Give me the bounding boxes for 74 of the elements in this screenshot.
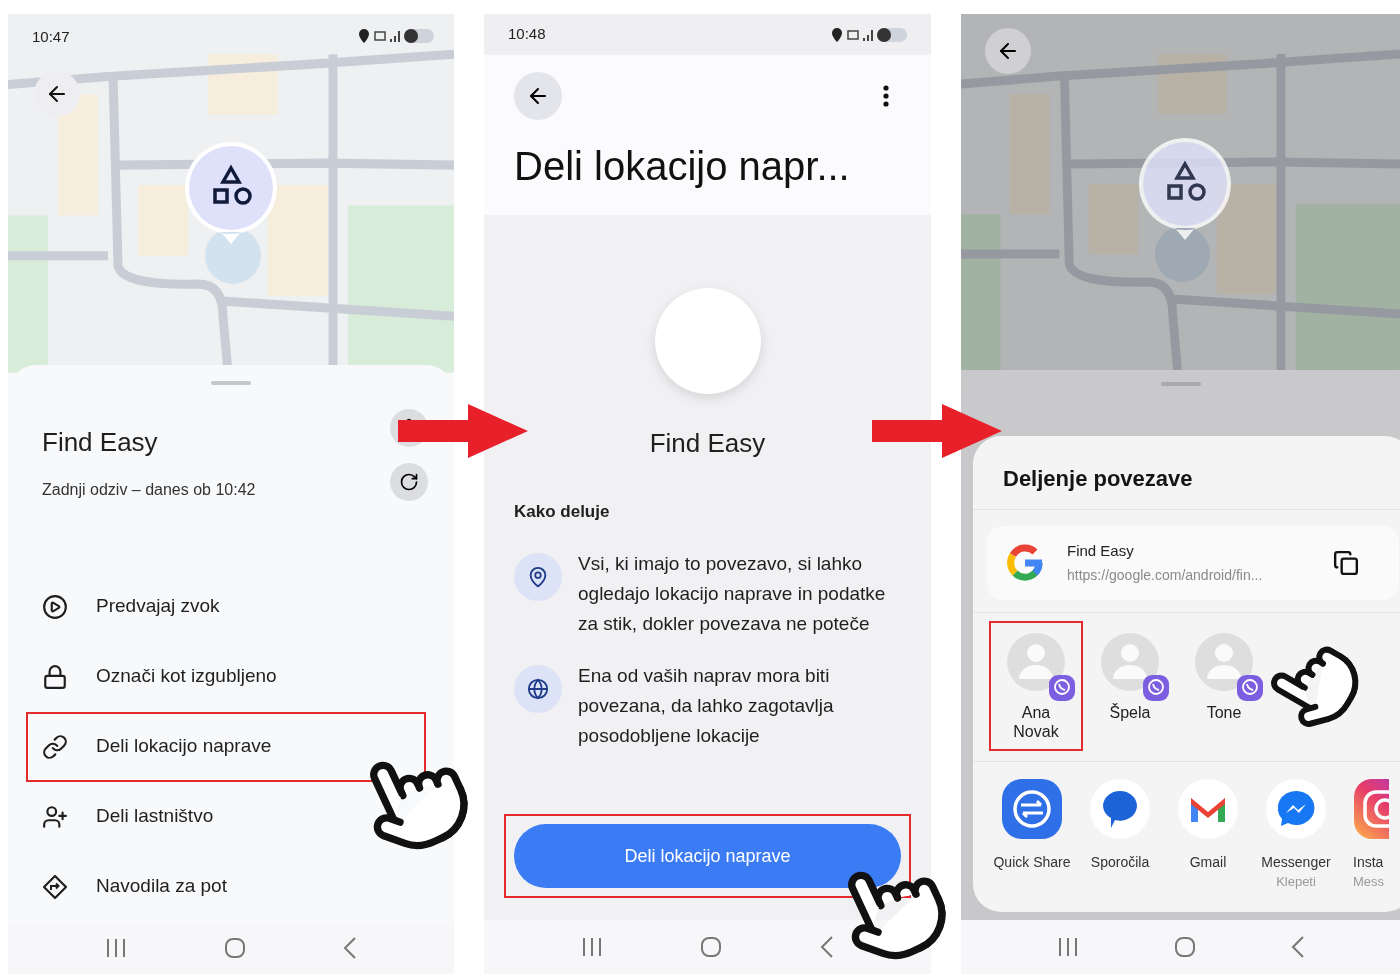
location-icon (358, 28, 370, 43)
person-add-icon (42, 803, 68, 830)
link-url: https://google.com/android/fin... (1067, 565, 1264, 585)
app-name: Quick Share (992, 853, 1072, 872)
directions-icon (42, 873, 68, 900)
viber-badge-icon (1237, 675, 1263, 701)
more-icon (883, 85, 889, 107)
info-text: Vsi, ki imajo to povezavo, si lahko ogledajo lokacijo naprave in podatke za stik, dokler povezava ne poteče (578, 551, 887, 636)
share-app-icon[interactable] (1001, 778, 1063, 840)
signal-icon (863, 28, 873, 41)
share-location-button[interactable]: Deli lokacijo naprave (514, 824, 901, 888)
section-title: Kako deluje (514, 501, 611, 523)
recent-apps-icon[interactable] (1056, 937, 1079, 957)
back-button[interactable] (514, 72, 562, 120)
back-icon[interactable] (343, 936, 358, 959)
page-title: Deli lokacijo napr... (514, 143, 851, 190)
lock-icon (42, 663, 68, 690)
app-subtitle: Mess (1353, 873, 1385, 891)
contact-item[interactable]: Špela (1083, 621, 1177, 751)
menu-item[interactable]: Navodila za pot (26, 851, 237, 922)
avatar-icon (1101, 633, 1159, 691)
camera-app-icon[interactable] (1353, 778, 1389, 840)
recent-apps-icon[interactable] (580, 937, 603, 957)
home-icon[interactable] (1173, 936, 1196, 958)
last-seen-text: Zadnji odziv – danes ob 10:42 (42, 479, 256, 500)
link-title: Find Easy (1067, 541, 1135, 562)
contact-name: Tone (1205, 703, 1243, 722)
device-pin-icon[interactable] (183, 140, 279, 246)
sheet-title: Deljenje povezave (1003, 465, 1194, 493)
app-name: Sporočila (1089, 853, 1151, 872)
home-icon[interactable] (224, 936, 246, 959)
back-icon[interactable] (820, 936, 835, 958)
google-logo (1005, 543, 1045, 583)
contact-name: Špela (1108, 703, 1152, 722)
play-icon (42, 593, 68, 620)
sim-icon (847, 29, 859, 40)
device-pin-icon[interactable] (1137, 136, 1233, 242)
location-icon (831, 27, 843, 42)
copy-icon[interactable] (1333, 550, 1359, 576)
device-name: Find Easy (42, 425, 159, 459)
back-icon[interactable] (1290, 936, 1305, 958)
app-name: Insta (1353, 853, 1384, 872)
device-name: Find Easy (649, 427, 766, 460)
app-subtitle: Klepeti (1276, 873, 1316, 891)
app-name: Gmail (1188, 853, 1228, 872)
viber-badge-icon (1049, 675, 1075, 701)
menu-item[interactable]: Deli lastništvo (26, 781, 224, 852)
chat-bubble-icon[interactable] (1089, 778, 1151, 840)
status-time: 10:48 (508, 24, 546, 45)
menu-item[interactable]: Označi kot izgubljeno (26, 641, 287, 712)
contact-item[interactable]: Ana Novak (989, 621, 1083, 751)
link-card[interactable]: Find Easy https://google.com/android/fin... (987, 526, 1399, 600)
contact-name: Ana Novak (1012, 703, 1060, 741)
home-icon[interactable] (700, 936, 723, 958)
signal-icon (390, 29, 400, 42)
messenger-icon[interactable] (1265, 778, 1327, 840)
location-icon (527, 565, 549, 588)
refresh-button[interactable] (390, 462, 428, 501)
status-time: 10:47 (32, 27, 70, 47)
menu-item[interactable]: Predvajaj zvok (26, 571, 230, 642)
avatar-icon (1195, 633, 1253, 691)
viber-badge-icon (1143, 675, 1169, 701)
link-icon (42, 733, 68, 760)
sim-icon (374, 30, 386, 41)
globe-icon (527, 677, 549, 700)
mail-icon[interactable] (1177, 778, 1239, 840)
info-text: Ena od vaših naprav mora biti povezana, da lahko zagotavlja posodobljene lokacije (578, 663, 835, 748)
app-name: Messenger (1260, 853, 1332, 872)
refresh-icon (399, 471, 419, 492)
menu-item[interactable]: Deli lokacijo naprave (26, 711, 426, 782)
recent-apps-icon[interactable] (104, 937, 127, 958)
contact-item[interactable]: Tone (1177, 621, 1271, 751)
battery-icon (877, 27, 907, 42)
avatar-icon (1007, 633, 1065, 691)
